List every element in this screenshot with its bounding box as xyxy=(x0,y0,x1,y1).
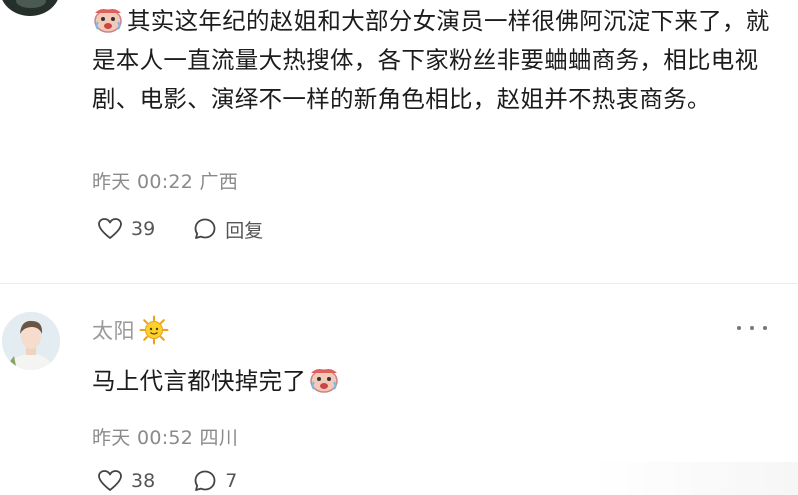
sun-emoji-icon xyxy=(139,315,169,345)
username[interactable]: 太阳 xyxy=(92,315,169,345)
heart-icon xyxy=(98,218,122,239)
divider xyxy=(0,283,798,284)
avatar[interactable] xyxy=(0,0,60,16)
dot-icon xyxy=(737,326,741,330)
heart-icon xyxy=(98,470,122,491)
reply-label: 回复 xyxy=(225,219,264,242)
comment-actions: 39 回复 xyxy=(97,214,301,244)
like-button[interactable]: 39 xyxy=(97,217,155,241)
like-button[interactable]: 38 xyxy=(97,469,155,493)
more-options-button[interactable] xyxy=(737,320,767,336)
watermark xyxy=(590,462,798,495)
dot-icon xyxy=(750,326,754,330)
crying-laughing-emoji-icon xyxy=(92,6,124,33)
comment-body: 其实这年纪的赵姐和大部分女演员一样很佛阿沉淀下来了，就是本人一直流量大热搜体，各… xyxy=(92,2,782,119)
comment-text: 其实这年纪的赵姐和大部分女演员一样很佛阿沉淀下来了，就是本人一直流量大热搜体，各… xyxy=(92,7,770,113)
dot-icon xyxy=(763,326,767,330)
reply-count: 7 xyxy=(225,470,238,492)
reply-button[interactable]: 回复 xyxy=(193,216,263,243)
reply-button[interactable]: 7 xyxy=(193,469,237,493)
comment-meta: 昨天 00:52 四川 xyxy=(92,427,239,449)
comment-bubble-icon xyxy=(194,218,216,239)
comment-meta: 昨天 00:22 广西 xyxy=(92,171,239,193)
comment-body: 马上代言都快掉完了 xyxy=(92,363,340,399)
avatar[interactable] xyxy=(2,312,60,370)
comment-text: 马上代言都快掉完了 xyxy=(92,367,307,395)
crying-laughing-emoji-icon xyxy=(308,366,340,393)
like-count: 38 xyxy=(131,470,156,492)
comment-actions: 38 7 xyxy=(97,466,275,495)
like-count: 39 xyxy=(131,218,156,240)
comment-bubble-icon xyxy=(194,470,216,491)
username-text: 太阳 xyxy=(92,319,135,343)
